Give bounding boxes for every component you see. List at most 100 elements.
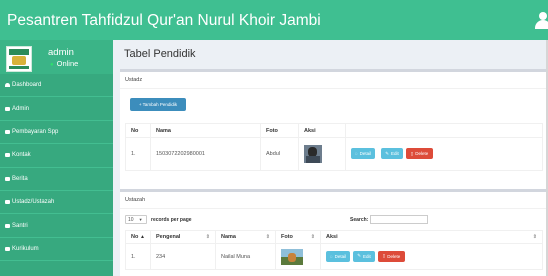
ustazah-panel: Ustazah 10 ▼ records per page Search: No ▲… xyxy=(120,189,548,276)
cell-actions: ◌ Detail ✎ Edit ▯ Delete xyxy=(320,243,543,270)
sidebar-item-label: Santri xyxy=(12,222,28,229)
profile-photo xyxy=(281,248,303,265)
sidebar-item-berita[interactable]: Berita xyxy=(0,168,113,191)
edit-icon: ✎ xyxy=(357,253,361,258)
chevron-down-icon: ▼ xyxy=(138,217,143,222)
delete-label: Delete xyxy=(415,151,429,156)
records-per-page-value: 10 xyxy=(128,216,134,223)
records-per-page-label: records per page xyxy=(151,217,192,223)
cell-photo xyxy=(275,243,321,270)
column-header-aksi[interactable]: Aksi ⇕ xyxy=(320,230,543,244)
column-header-pengenal[interactable]: Pengenal ⇕ xyxy=(150,230,216,244)
detail-button[interactable]: ◌ Detail xyxy=(326,250,350,262)
profile-photo xyxy=(304,145,322,163)
column-header-label: Aksi xyxy=(326,234,338,240)
cell-photo xyxy=(298,137,346,171)
sidebar-item-pembayaran-spp[interactable]: Pembayaran Spp xyxy=(0,121,113,145)
column-header-no: No xyxy=(125,123,151,138)
table-icon xyxy=(5,106,10,111)
column-header-label: Foto xyxy=(281,234,293,240)
trash-icon: ▯ xyxy=(410,150,414,156)
sidebar-menu: Dashboard Admin Pembayaran Spp Kontak Be… xyxy=(0,74,113,262)
table-icon xyxy=(5,200,10,205)
ustadz-panel: Ustadz + Tambah Pendidik No Nama Foto Ak… xyxy=(120,69,548,190)
sidebar: admin ● Online Dashboard Admin Pembayaran… xyxy=(0,40,113,276)
sidebar-item-label: Berita xyxy=(12,175,28,182)
user-name: admin xyxy=(48,47,74,58)
column-header-aksi: Aksi xyxy=(298,123,346,138)
ustazah-table: No ▲ Pengenal ⇕ Nama ⇕ Foto ⇕ Aksi ⇕ 1. 234 N… xyxy=(125,230,543,270)
sidebar-item-label: Ustadz/Ustazah xyxy=(12,199,55,206)
edit-label: Edit xyxy=(391,151,399,156)
table-icon xyxy=(5,153,10,158)
app-title[interactable]: Pesantren Tahfidzul Qur'an Nurul Khoir J… xyxy=(7,12,321,30)
cell-nama: 1503072202980001 xyxy=(150,137,261,171)
cell-actions: ◌ Detail ✎ Edit ▯ Delete xyxy=(345,137,543,171)
table-icon xyxy=(5,129,10,134)
sidebar-item-kontak[interactable]: Kontak xyxy=(0,144,113,168)
sidebar-item-dashboard[interactable]: Dashboard xyxy=(0,74,113,98)
sidebar-item-ustadz-ustazah[interactable]: Ustadz/Ustazah xyxy=(0,191,113,215)
ustadz-table: No Nama Foto Aksi 1. 1503072202980001 Ab… xyxy=(125,123,543,171)
sidebar-item-kurikulum[interactable]: Kurikulum xyxy=(0,238,113,262)
column-header-foto: Foto xyxy=(260,123,299,138)
delete-label: Delete xyxy=(387,253,401,259)
divider xyxy=(120,88,548,89)
delete-button[interactable]: ▯ Delete xyxy=(406,148,433,159)
sidebar-item-label: Kontak xyxy=(12,152,31,159)
sidebar-item-santri[interactable]: Santri xyxy=(0,214,113,238)
divider xyxy=(120,208,548,209)
sort-icon: ⇕ xyxy=(310,234,315,240)
column-header-label: Pengenal xyxy=(156,234,181,240)
sort-icon: ⇕ xyxy=(205,234,210,240)
table-icon xyxy=(5,176,10,181)
column-header-empty xyxy=(345,123,543,138)
column-header-nama[interactable]: Nama ⇕ xyxy=(215,230,276,244)
ustadz-panel-title: Ustadz xyxy=(125,77,143,83)
cell-pengenal: 234 xyxy=(150,243,216,270)
edit-button[interactable]: ✎ Edit xyxy=(353,250,375,262)
main-content: Tabel Pendidik Ustadz + Tambah Pendidik … xyxy=(113,40,548,276)
column-header-foto[interactable]: Foto ⇕ xyxy=(275,230,321,244)
table-icon xyxy=(5,246,10,251)
eye-icon: ◌ xyxy=(329,253,333,259)
user-status-label: Online xyxy=(56,59,79,68)
user-icon[interactable] xyxy=(535,12,548,29)
table-row: 1. 1503072202980001 Abdul ◌ Detail ✎ Edit … xyxy=(125,137,543,171)
sidebar-item-label: Admin xyxy=(12,105,30,112)
table-icon xyxy=(5,223,10,228)
table-header-row: No Nama Foto Aksi xyxy=(125,123,543,138)
eye-icon: ◌ xyxy=(354,151,358,156)
avatar xyxy=(6,46,32,72)
records-per-page-select[interactable]: 10 ▼ xyxy=(125,215,147,224)
add-pendidik-button[interactable]: + Tambah Pendidik xyxy=(130,98,186,111)
cell-no: 1. xyxy=(125,243,151,270)
column-header-label: No xyxy=(131,234,139,240)
column-header-label: Nama xyxy=(221,234,236,240)
search-label: Search: xyxy=(350,217,369,223)
sidebar-item-admin[interactable]: Admin xyxy=(0,97,113,121)
table-row: 1. 234 Nailal Muna ◌ Detail ✎ Edit ▯ Delete xyxy=(125,243,543,270)
detail-button[interactable]: ◌ Detail xyxy=(351,148,375,159)
sort-icon: ⇕ xyxy=(265,234,270,240)
edit-button[interactable]: ✎ Edit xyxy=(381,148,403,159)
user-status: ● Online xyxy=(50,59,78,68)
ustazah-panel-title: Ustazah xyxy=(125,197,146,203)
column-header-nama: Nama xyxy=(150,123,261,138)
sort-asc-icon: ▲ xyxy=(140,234,145,240)
column-header-no[interactable]: No ▲ xyxy=(125,230,151,244)
table-header-row: No ▲ Pengenal ⇕ Nama ⇕ Foto ⇕ Aksi ⇕ xyxy=(125,230,543,244)
user-panel: admin ● Online xyxy=(0,40,113,74)
cell-nama: Nailal Muna xyxy=(215,243,276,270)
top-header: Pesantren Tahfidzul Qur'an Nurul Khoir J… xyxy=(0,0,548,40)
delete-button[interactable]: ▯ Delete xyxy=(378,250,405,262)
sidebar-item-label: Pembayaran Spp xyxy=(12,128,59,135)
sidebar-item-label: Kurikulum xyxy=(12,245,39,252)
online-dot-icon: ● xyxy=(50,62,54,68)
trash-icon: ▯ xyxy=(382,253,386,258)
sort-icon: ⇕ xyxy=(532,234,537,240)
sidebar-item-label: Dashboard xyxy=(12,82,42,89)
cell-no: 1. xyxy=(125,137,151,171)
page-title: Tabel Pendidik xyxy=(124,48,196,60)
search-input[interactable] xyxy=(370,215,428,224)
